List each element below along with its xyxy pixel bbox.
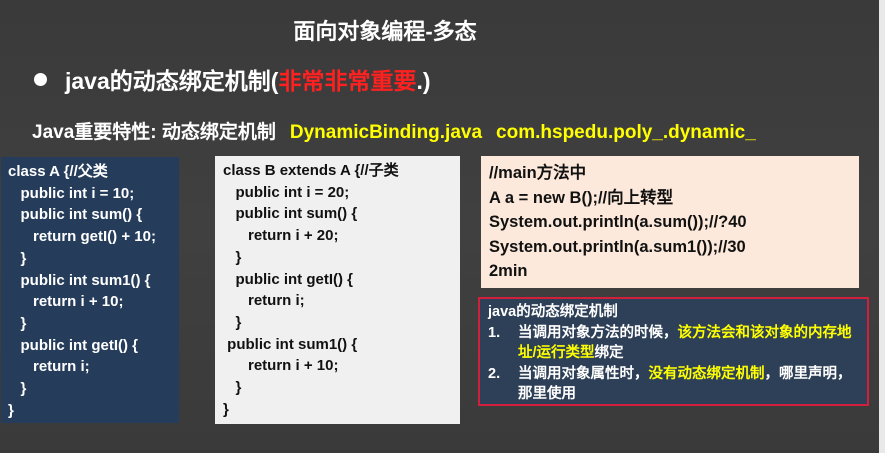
bullet-emphasis: 非常非常重要	[278, 68, 417, 94]
class-a-code-block: class A {//父类 public int i = 10; public …	[1, 157, 179, 423]
feature-label: Java重要特性: 动态绑定机制	[32, 122, 276, 143]
feature-line: Java重要特性: 动态绑定机制 DynamicBinding.java com.h…	[32, 117, 756, 144]
slide-title: 面向对象编程-多态	[293, 19, 477, 44]
note-item-2-text: 当调用对象属性时，没有动态绑定机制，哪里声明，那里使用	[518, 364, 861, 404]
bullet-prefix: java的动态绑定机制(	[65, 68, 279, 94]
slide-canvas: 面向对象编程-多态 java的动态绑定机制(非常非常重要.) Java重要特性:…	[0, 0, 885, 453]
bottom-strip	[0, 438, 885, 453]
window-right-edge	[879, 0, 885, 453]
bullet-line: java的动态绑定机制(非常非常重要.)	[34, 62, 431, 96]
main-code-block: //main方法中 A a = new B();//向上转型 System.ou…	[481, 156, 859, 288]
note-item-1-text: 当调用对象方法的时候，该方法会和该对象的内存地址/运行类型绑定	[518, 323, 861, 363]
bullet-dot-icon	[34, 73, 47, 86]
note-heading: java的动态绑定机制	[488, 304, 618, 320]
bullet-suffix: .)	[416, 68, 431, 94]
note-item-1: 1. 当调用对象方法的时候，该方法会和该对象的内存地址/运行类型绑定	[488, 323, 861, 363]
feature-file: DynamicBinding.java	[289, 122, 483, 143]
note-item-2-number: 2.	[488, 366, 501, 382]
dynamic-binding-note: java的动态绑定机制 1. 当调用对象方法的时候，该方法会和该对象的内存地址/…	[478, 297, 869, 406]
class-b-code-block: class B extends A {//子类 public int i = 2…	[215, 156, 460, 424]
feature-package: com.hspedu.poly_.dynamic_	[496, 122, 756, 143]
note-item-1-suffix: 绑定	[594, 345, 624, 361]
note-item-2-lead: 当调用对象属性时，	[518, 366, 649, 382]
note-item-1-lead: 当调用对象方法的时候，	[518, 325, 678, 341]
note-item-2: 2. 当调用对象属性时，没有动态绑定机制，哪里声明，那里使用	[488, 364, 861, 404]
note-item-1-number: 1.	[488, 325, 501, 341]
note-item-2-highlight: 没有动态绑定机制	[648, 366, 765, 382]
